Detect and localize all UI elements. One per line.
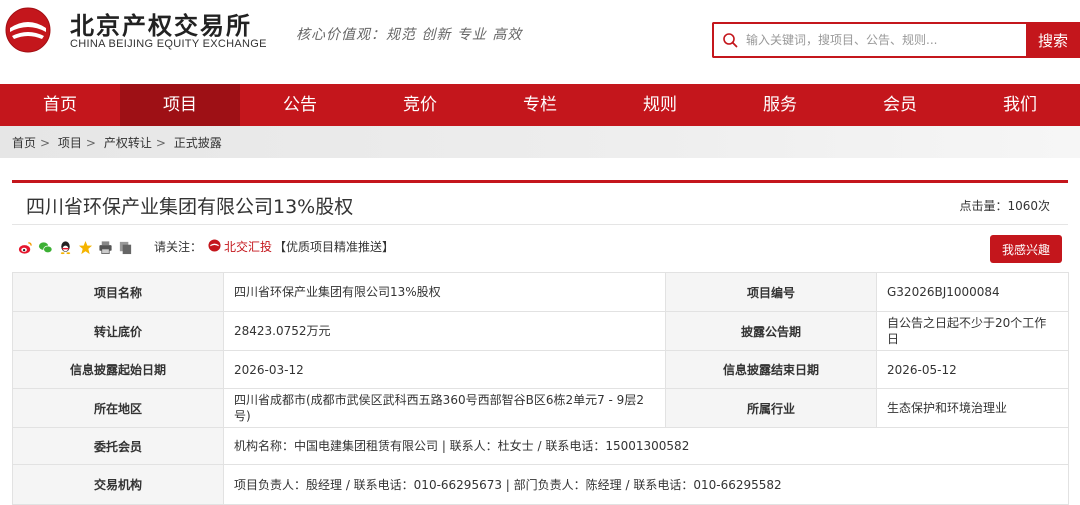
nav-item-bidding[interactable]: 竞价 <box>360 84 480 126</box>
breadcrumb-separator: > <box>85 136 96 150</box>
copy-icon[interactable] <box>118 240 133 255</box>
exchange-institution-label: 交易机构 <box>12 464 224 505</box>
nav-item-rules[interactable]: 规则 <box>600 84 720 126</box>
table-row: 交易机构 项目负责人：殷经理 / 联系电话：010-66295673 | 部门负… <box>12 464 1069 505</box>
breadcrumb-projects[interactable]: 项目 <box>58 136 82 150</box>
nav-item-columns[interactable]: 专栏 <box>480 84 600 126</box>
project-name-label: 项目名称 <box>12 272 224 312</box>
project-info-table: 项目名称 四川省环保产业集团有限公司13%股权 项目编号 G32026BJ100… <box>12 272 1069 505</box>
project-code-label: 项目编号 <box>665 272 877 312</box>
title-divider <box>12 224 1068 225</box>
breadcrumb-separator: > <box>40 136 51 150</box>
wechat-icon[interactable] <box>38 240 53 255</box>
project-code-value: G32026BJ1000084 <box>876 272 1069 312</box>
bjht-logo-icon <box>208 239 221 252</box>
share-bar <box>18 240 133 255</box>
breadcrumb: 首页 > 项目 > 产权转让 > 正式披露 <box>12 134 226 151</box>
industry-label: 所属行业 <box>665 388 877 428</box>
nav-item-home[interactable]: 首页 <box>0 84 120 126</box>
end-date-label: 信息披露结束日期 <box>665 350 877 389</box>
project-title: 四川省环保产业集团有限公司13%股权 <box>26 196 354 218</box>
nav-item-services[interactable]: 服务 <box>720 84 840 126</box>
breadcrumb-formal-disclosure: 正式披露 <box>173 136 222 150</box>
core-values-slogan: 核心价值观：规范 创新 专业 高效 <box>296 27 523 43</box>
entrusted-member-value: 机构名称：中国电建集团租赁有限公司 | 联系人：杜女士 / 联系电话：15001… <box>223 427 1069 465</box>
table-row: 转让底价 28423.0752万元 披露公告期 自公告之日起不少于20个工作日 <box>12 311 1069 351</box>
exchange-institution-value: 项目负责人：殷经理 / 联系电话：010-66295673 | 部门负责人：陈经… <box>223 464 1069 505</box>
main-nav: 首页 项目 公告 竞价 专栏 规则 服务 会员 我们 <box>0 84 1080 126</box>
search-box <box>712 22 1028 58</box>
interested-button[interactable]: 我感兴趣 <box>990 235 1062 263</box>
disclosure-period-label: 披露公告期 <box>665 311 877 351</box>
location-value: 四川省成都市(成都市武侯区武科西五路360号西部智谷B区6栋2单元7 - 9层2… <box>223 388 666 428</box>
reserve-price-value: 28423.0752万元 <box>223 311 666 351</box>
end-date-value: 2026-05-12 <box>876 350 1069 389</box>
follow-link-bjht[interactable]: 北交汇投 <box>224 238 272 255</box>
breadcrumb-equity-transfer[interactable]: 产权转让 <box>104 136 152 150</box>
nav-item-members[interactable]: 会员 <box>840 84 960 126</box>
location-label: 所在地区 <box>12 388 224 428</box>
start-date-value: 2026-03-12 <box>223 350 666 389</box>
brand-name-cn[interactable]: 北京产权交易所 <box>70 6 252 41</box>
nav-item-about[interactable]: 我们 <box>960 84 1080 126</box>
search-button[interactable]: 搜索 <box>1026 22 1080 58</box>
table-row: 项目名称 四川省环保产业集团有限公司13%股权 项目编号 G32026BJ100… <box>12 272 1069 312</box>
entrusted-member-label: 委托会员 <box>12 427 224 465</box>
table-row: 委托会员 机构名称：中国电建集团租赁有限公司 | 联系人：杜女士 / 联系电话：… <box>12 427 1069 465</box>
weibo-icon[interactable] <box>18 240 33 255</box>
disclosure-period-value: 自公告之日起不少于20个工作日 <box>876 311 1069 351</box>
project-name-value: 四川省环保产业集团有限公司13%股权 <box>223 272 666 312</box>
site-header: 北京产权交易所 CHINA BEIJING EQUITY EXCHANGE 核心… <box>0 0 1080 84</box>
favorite-star-icon[interactable] <box>78 240 93 255</box>
breadcrumb-bar: 首页 > 项目 > 产权转让 > 正式披露 <box>0 126 1080 158</box>
search-icon <box>723 33 738 48</box>
project-detail-panel: 四川省环保产业集团有限公司13%股权 点击量：1060次 请关注： 北交汇投 【… <box>12 180 1069 505</box>
nav-item-announcements[interactable]: 公告 <box>240 84 360 126</box>
breadcrumb-home[interactable]: 首页 <box>12 136 36 150</box>
start-date-label: 信息披露起始日期 <box>12 350 224 389</box>
reserve-price-label: 转让底价 <box>12 311 224 351</box>
table-row: 信息披露起始日期 2026-03-12 信息披露结束日期 2026-05-12 <box>12 350 1069 389</box>
follow-label: 请关注： <box>154 240 203 254</box>
click-count: 点击量：1060次 <box>959 199 1050 213</box>
industry-value: 生态保护和环境治理业 <box>876 388 1069 428</box>
nav-item-projects[interactable]: 项目 <box>120 84 240 126</box>
panel-top-border <box>12 180 1068 183</box>
print-icon[interactable] <box>98 240 113 255</box>
brand-name-en: CHINA BEIJING EQUITY EXCHANGE <box>70 38 267 50</box>
table-row: 所在地区 四川省成都市(成都市武侯区武科西五路360号西部智谷B区6栋2单元7 … <box>12 388 1069 428</box>
follow-tagline: 【优质项目精准推送】 <box>274 240 395 254</box>
breadcrumb-separator: > <box>155 136 166 150</box>
cbex-logo-icon[interactable] <box>4 6 52 54</box>
qq-icon[interactable] <box>58 240 73 255</box>
search-input[interactable] <box>746 24 1024 56</box>
